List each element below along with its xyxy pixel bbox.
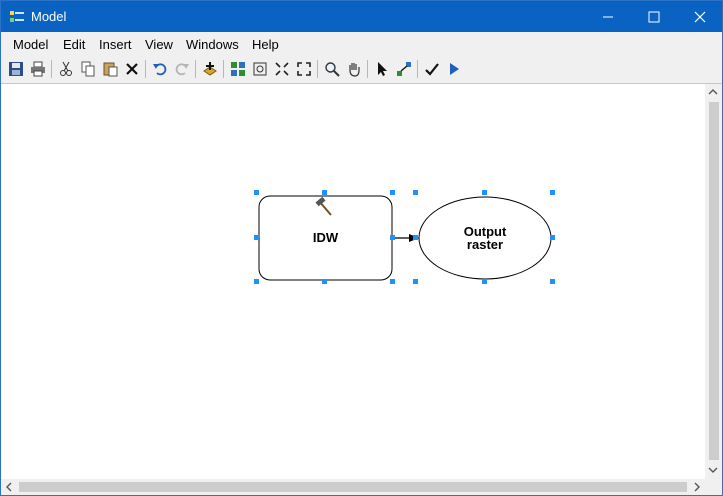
menu-edit[interactable]: Edit xyxy=(63,37,85,52)
minimize-button[interactable] xyxy=(585,1,631,32)
copy-icon[interactable] xyxy=(79,60,97,78)
run-icon[interactable] xyxy=(445,60,463,78)
paste-icon[interactable] xyxy=(101,60,119,78)
scroll-right-button[interactable] xyxy=(689,479,705,495)
chevron-up-icon xyxy=(708,89,718,95)
close-button[interactable] xyxy=(677,1,722,32)
output-node-label-line2: raster xyxy=(466,237,504,252)
redo-icon[interactable] xyxy=(173,60,191,78)
validate-icon[interactable] xyxy=(423,60,441,78)
maximize-icon xyxy=(648,11,660,22)
toolbar-separator xyxy=(317,60,318,78)
undo-icon[interactable] xyxy=(151,60,169,78)
toolbar-separator xyxy=(367,60,368,78)
print-icon[interactable] xyxy=(29,60,47,78)
toolbar-separator xyxy=(223,60,224,78)
delete-icon[interactable] xyxy=(123,60,141,78)
scroll-down-button[interactable] xyxy=(705,462,721,478)
window-title: Model xyxy=(31,9,67,24)
tool-node-label: IDW xyxy=(312,230,339,245)
vertical-scrollbar[interactable] xyxy=(705,84,722,479)
chevron-right-icon xyxy=(694,482,700,492)
zoom-out-fixed-icon[interactable] xyxy=(295,60,313,78)
close-icon xyxy=(694,11,706,22)
toolbar-separator xyxy=(51,60,52,78)
menu-windows[interactable]: Windows xyxy=(186,37,239,52)
toolbar-separator xyxy=(417,60,418,78)
model-app-icon xyxy=(9,9,25,25)
menu-bar: Model Edit Insert View Windows Help xyxy=(1,32,722,56)
pan-icon[interactable] xyxy=(345,60,363,78)
chevron-down-icon xyxy=(708,467,718,473)
menu-model[interactable]: Model xyxy=(13,37,48,52)
zoom-tool-icon[interactable] xyxy=(323,60,341,78)
full-extent-icon[interactable] xyxy=(251,60,269,78)
minimize-icon xyxy=(603,16,613,17)
toolbar xyxy=(1,56,722,84)
vertical-scroll-thumb[interactable] xyxy=(709,102,719,460)
toolbar-separator xyxy=(195,60,196,78)
menu-insert[interactable]: Insert xyxy=(99,37,132,52)
toolbar-separator xyxy=(145,60,146,78)
menu-view[interactable]: View xyxy=(145,37,173,52)
connect-icon[interactable] xyxy=(395,60,413,78)
model-diagram xyxy=(254,190,555,284)
scroll-up-button[interactable] xyxy=(705,84,721,100)
select-icon[interactable] xyxy=(373,60,391,78)
horizontal-scroll-thumb[interactable] xyxy=(19,482,687,492)
scrollbar-corner xyxy=(705,479,722,495)
title-bar[interactable]: Model xyxy=(1,1,722,32)
zoom-in-fixed-icon[interactable] xyxy=(273,60,291,78)
model-window: Model Model Edit Insert View Windows Hel… xyxy=(0,0,723,496)
model-canvas[interactable]: IDW Output raster xyxy=(1,84,705,479)
auto-layout-icon[interactable] xyxy=(229,60,247,78)
cut-icon[interactable] xyxy=(57,60,75,78)
scroll-left-button[interactable] xyxy=(1,479,17,495)
menu-help[interactable]: Help xyxy=(252,37,279,52)
maximize-button[interactable] xyxy=(631,1,677,32)
chevron-left-icon xyxy=(6,482,12,492)
add-data-icon[interactable] xyxy=(201,60,219,78)
horizontal-scrollbar[interactable] xyxy=(1,479,705,495)
save-icon[interactable] xyxy=(7,60,25,78)
